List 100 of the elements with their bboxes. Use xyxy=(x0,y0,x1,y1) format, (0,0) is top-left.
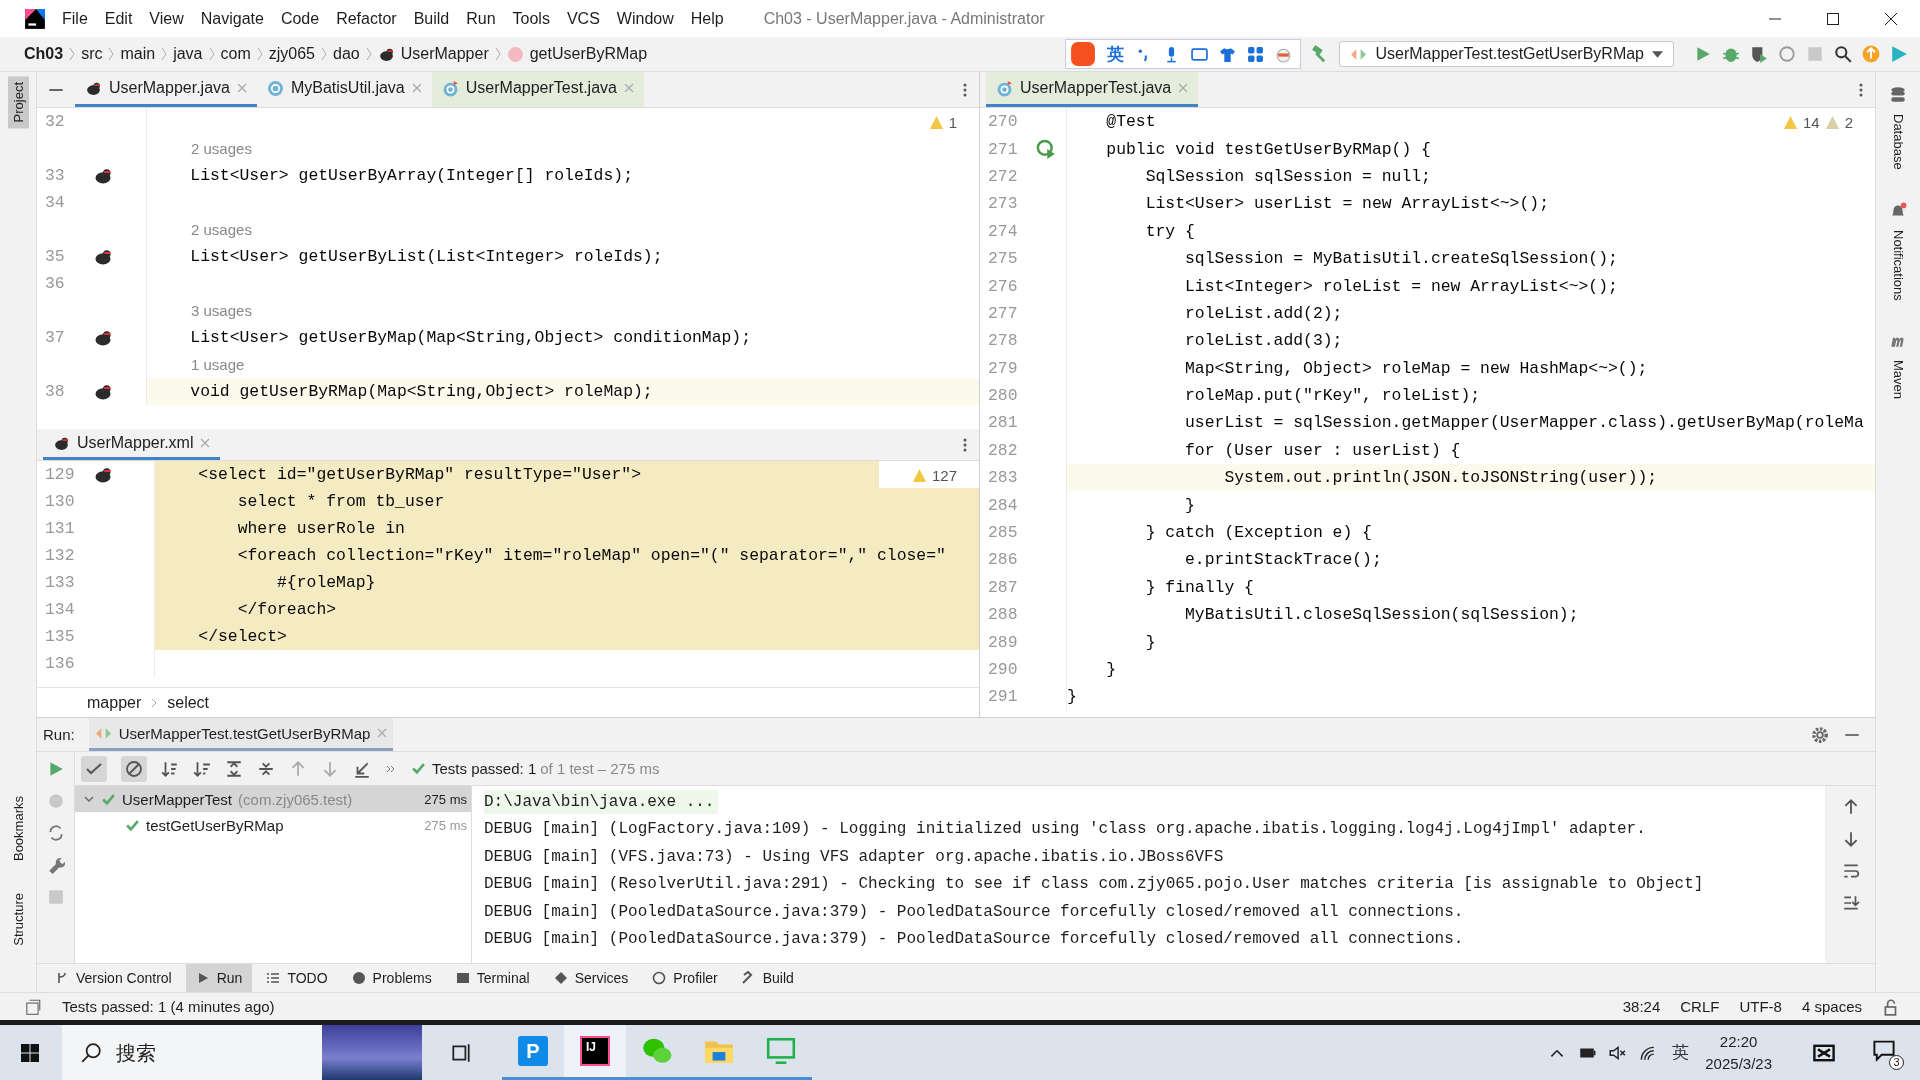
more-icon[interactable] xyxy=(1859,81,1863,98)
muted-speaker-icon[interactable] xyxy=(1608,1043,1627,1062)
warning-count[interactable]: 127 xyxy=(931,467,957,484)
tool-window-tab[interactable]: Profiler xyxy=(642,964,728,992)
app-logo-icon xyxy=(24,7,46,30)
status-item[interactable]: 38:24 xyxy=(1622,998,1661,1015)
line-number: 38 xyxy=(45,382,66,401)
windows-start-icon[interactable] xyxy=(20,1042,40,1063)
show-ignored-icon[interactable] xyxy=(121,755,147,782)
editor-tab[interactable]: UserMapperTest.java xyxy=(986,72,1199,107)
usages-hint[interactable]: 2 usages xyxy=(147,216,252,243)
menu-item[interactable]: Tools xyxy=(512,9,550,28)
tool-window-button[interactable]: Maven xyxy=(1887,354,1909,406)
ime-logo-icon[interactable] xyxy=(1070,41,1097,67)
test-tree-row[interactable]: testGetUserByRMap 275 ms xyxy=(75,812,471,838)
shirt-icon[interactable] xyxy=(1219,45,1237,63)
ime-language[interactable]: 英 xyxy=(1107,42,1125,66)
expand-all-icon[interactable] xyxy=(225,759,243,778)
breadcrumb-item[interactable]: com xyxy=(220,45,251,63)
breadcrumb-item[interactable]: getUserByRMap xyxy=(529,45,648,63)
breadcrumb-item[interactable]: Ch03 xyxy=(24,45,64,63)
tool-window-button[interactable]: Structure xyxy=(7,887,29,952)
line-number: 278 xyxy=(988,331,1019,351)
menu-item[interactable]: Run xyxy=(466,9,496,28)
warning-count[interactable]: 1 xyxy=(948,114,957,131)
code-line: for (User user : userList) { xyxy=(1184,439,1461,462)
more-icon[interactable] xyxy=(963,81,967,98)
breadcrumb-item[interactable]: UserMapper xyxy=(400,45,489,63)
coverage-icon[interactable] xyxy=(1750,45,1768,63)
tool-window-tab[interactable]: Services xyxy=(543,964,639,992)
tool-window-tab[interactable]: Version Control xyxy=(45,964,182,992)
run-configuration-dropdown[interactable]: UserMapperTest.testGetUserByRMap xyxy=(1339,41,1674,67)
show-passed-icon[interactable] xyxy=(81,755,107,782)
scroll-to-end-icon[interactable] xyxy=(1841,894,1860,912)
menu-item[interactable]: Edit xyxy=(104,9,133,28)
tool-window-tab[interactable]: Run xyxy=(185,964,253,992)
grid-icon[interactable] xyxy=(1247,45,1265,63)
close-icon[interactable] xyxy=(1884,11,1898,26)
sort-duration-icon[interactable] xyxy=(193,759,211,778)
usages-hint[interactable]: 2 usages xyxy=(147,135,252,162)
clock[interactable]: 22:20 2025/3/23 xyxy=(1705,1030,1772,1075)
editor-tab[interactable]: UserMapperTest.java xyxy=(431,72,644,107)
status-item[interactable]: UTF-8 xyxy=(1739,998,1782,1015)
taskbar-app[interactable]: IJ xyxy=(564,1025,626,1080)
tool-window-button[interactable]: Notifications xyxy=(1887,223,1909,307)
tool-window-tab[interactable]: Problems xyxy=(341,964,442,992)
menu-item[interactable]: Code xyxy=(280,9,320,28)
breadcrumb-item[interactable]: java xyxy=(173,45,203,63)
menu-item[interactable]: View xyxy=(149,9,184,28)
usages-hint[interactable]: 1 usage xyxy=(147,351,245,378)
menu-item[interactable]: Refactor xyxy=(336,9,397,28)
keyboard-icon[interactable] xyxy=(1191,45,1209,63)
status-item[interactable]: CRLF xyxy=(1680,998,1720,1015)
editor-tab[interactable]: MyBatisUtil.java xyxy=(256,72,432,107)
menu-item[interactable]: VCS xyxy=(566,9,600,28)
line-number: 272 xyxy=(988,166,1019,186)
menu-item[interactable]: Navigate xyxy=(200,9,264,28)
maximize-icon[interactable] xyxy=(1826,11,1840,26)
tool-window-tab[interactable]: Build xyxy=(731,964,804,992)
run-tab[interactable]: UserMapperTest.testGetUserByRMap xyxy=(88,718,394,751)
breadcrumb-item[interactable]: select xyxy=(167,693,210,712)
run-icon[interactable] xyxy=(1694,45,1712,63)
task-view-icon[interactable] xyxy=(450,1041,472,1064)
weak-warning-count[interactable]: 2 xyxy=(1844,114,1853,131)
run-test-icon[interactable] xyxy=(1036,139,1056,160)
sort-icon[interactable] xyxy=(161,759,179,778)
database-icon[interactable] xyxy=(1889,86,1907,104)
breadcrumb-item[interactable]: main xyxy=(120,45,156,63)
tool-window-button[interactable]: Bookmarks xyxy=(7,790,29,868)
usages-hint[interactable]: 3 usages xyxy=(147,297,252,324)
tool-window-tab[interactable]: TODO xyxy=(256,964,338,992)
panel-toggle-icon[interactable] xyxy=(24,997,42,1016)
tool-window-button[interactable]: Project xyxy=(7,76,29,129)
menu-item[interactable]: Window xyxy=(616,9,674,28)
menu-item[interactable]: Build xyxy=(413,9,450,28)
search-field[interactable]: 搜索 xyxy=(114,1039,194,1066)
window-title: Ch03 - UserMapper.java - Administrator xyxy=(763,9,1045,28)
menu-item[interactable]: File xyxy=(62,9,88,28)
warning-count[interactable]: 14 xyxy=(1802,114,1820,131)
tool-window-button[interactable]: Database xyxy=(1887,108,1909,176)
status-item[interactable]: 4 spaces xyxy=(1801,998,1862,1015)
search-icon[interactable] xyxy=(1834,45,1852,63)
soft-wrap-icon[interactable] xyxy=(1841,862,1860,880)
line-number: 289 xyxy=(988,632,1019,652)
breadcrumb-item[interactable]: mapper xyxy=(87,693,142,712)
chevron-icon xyxy=(256,46,263,62)
tool-window-tab[interactable]: Terminal xyxy=(445,964,540,992)
menu-item[interactable]: Help xyxy=(690,9,724,28)
check-icon xyxy=(411,761,426,776)
breadcrumb-item[interactable]: zjy065 xyxy=(268,45,315,63)
breadcrumb-item[interactable]: src xyxy=(81,45,103,63)
more-icon[interactable] xyxy=(963,436,967,453)
settings-icon[interactable] xyxy=(1811,725,1829,744)
debug-bug-icon[interactable] xyxy=(1722,45,1740,63)
wrench-icon[interactable] xyxy=(46,856,65,874)
input-language[interactable]: 英 xyxy=(1672,1041,1690,1064)
code-line: userList = sqlSession.getMapper(UserMapper.class).getUserByMap(roleMa xyxy=(1184,412,1864,435)
line-number: 279 xyxy=(988,358,1019,378)
test-tree-row[interactable]: UserMapperTest (com.zjy065.test) 275 ms xyxy=(75,786,471,812)
breadcrumb-item[interactable]: dao xyxy=(333,45,360,63)
